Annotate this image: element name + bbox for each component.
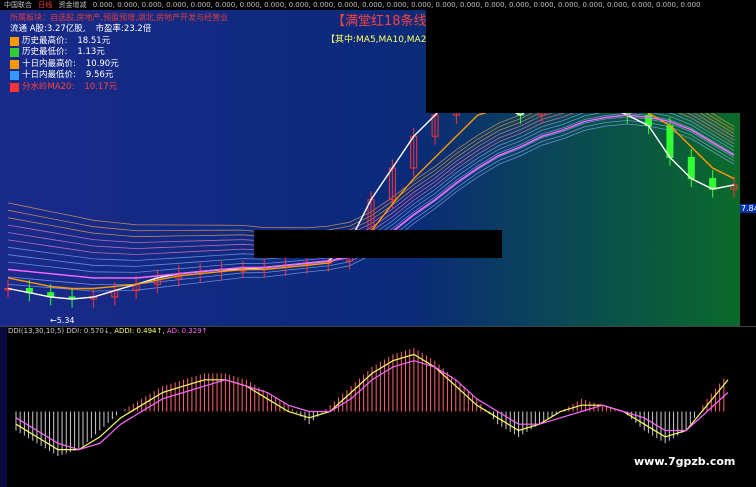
top-status-bar: 中国联合 日线 资金增减 0.000, 0.000, 0.000, 0.000,… [0, 0, 756, 10]
low-price-label: ←5.34 [50, 316, 75, 325]
legend-swatch [10, 36, 19, 46]
float-shares-row: 流通 A股:3.27亿股, 市盈率:23.2倍 [10, 24, 151, 36]
info-value: 9.56元 [85, 70, 114, 80]
float-shares: 流通 A股:3.27亿股, [10, 24, 86, 34]
indicator-name[interactable]: DDI(13,30,10,5) [8, 327, 64, 335]
ad-label: AD: [166, 327, 180, 335]
ddi-indicator-chart[interactable] [8, 336, 740, 487]
info-value: 10.90元 [85, 58, 119, 69]
info-label: 十日内最低价: [22, 70, 76, 80]
current-price-tag: 7.84 [740, 204, 756, 213]
info-label: 十日内最高价: [22, 58, 76, 69]
ddi-value: 0.570↓, [83, 327, 112, 335]
addi-label: ADDI: [114, 327, 135, 335]
stock-info-panel: 流通 A股:3.27亿股, 市盈率:23.2倍 历史最高价: 18.51元 历史… [10, 24, 151, 93]
occluding-panel [254, 230, 502, 258]
sector-bulletin: 所属板块：自选股,房地产,预盈预增,湖北,房地产开发与经营业 [10, 13, 229, 22]
info-label: 分水岭MA20: [22, 81, 75, 92]
signal-title: 【满堂红18条线 [332, 14, 427, 29]
right-price-axis [740, 10, 756, 326]
info-row: 历史最高价: 18.51元 [10, 36, 151, 48]
info-value: 1.13元 [77, 47, 105, 57]
info-value: 18.51元 [77, 35, 111, 46]
stock-chart-window: 中国联合 日线 资金增减 0.000, 0.000, 0.000, 0.000,… [0, 0, 756, 487]
candle-body [687, 156, 695, 180]
legend-swatch [10, 59, 19, 69]
legend-swatch [10, 71, 19, 81]
info-row: 历史最低价: 1.13元 [10, 47, 151, 59]
legend-swatch [10, 82, 19, 92]
candle-body [666, 125, 674, 158]
occluding-panel [426, 10, 740, 113]
info-label: 历史最低价: [22, 47, 68, 57]
pe-ratio: 市盈率:23.2倍 [95, 24, 152, 34]
watermark: www.7gpzb.com [634, 455, 736, 468]
indicator-readouts: 0.000, 0.000, 0.000, 0.000, 0.000, 0.000… [92, 1, 701, 9]
overlay-label: 资金增减 [58, 1, 87, 9]
period-label[interactable]: 日线 [38, 1, 52, 9]
signal-subtitle: 【其中:MA5,MA10,MA20 [326, 35, 433, 45]
info-row: 十日内最高价: 10.90元 [10, 59, 151, 71]
info-label: 历史最高价: [22, 35, 68, 46]
info-row: 十日内最低价: 9.56元 [10, 70, 151, 82]
ad-value: 0.329↑ [181, 327, 208, 335]
stock-name[interactable]: 中国联合 [4, 1, 32, 9]
info-row: 分水岭MA20: 10.17元 [10, 82, 151, 94]
ddi-label: DDI: [66, 327, 82, 335]
addi-value: 0.494↑, [136, 327, 165, 335]
legend-swatch [10, 48, 19, 58]
info-value: 10.17元 [84, 81, 118, 92]
indicator-header: DDI(13,30,10,5) DDI: 0.570↓, ADDI: 0.494… [8, 327, 208, 336]
